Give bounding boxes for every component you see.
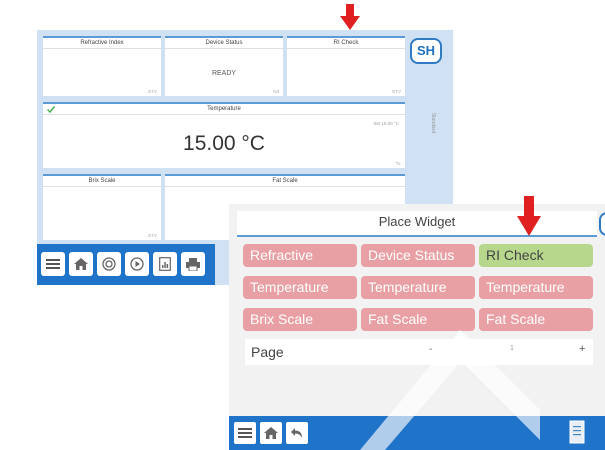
red-arrow-indicator: [340, 4, 360, 30]
home-icon: [74, 258, 88, 270]
print-icon: [186, 257, 200, 271]
widget-title: Fat Scale: [165, 178, 405, 187]
widget-title: Device Status: [165, 40, 283, 49]
start-button[interactable]: [125, 252, 149, 276]
tile-refractive[interactable]: Refractive: [243, 244, 357, 267]
red-arrow-indicator: [517, 196, 541, 236]
widget-footnote: ETV: [392, 89, 401, 94]
home-icon: [264, 427, 278, 439]
menu-button[interactable]: [234, 422, 256, 444]
play-icon: [130, 257, 144, 271]
widget-temperature[interactable]: Temperature Set 15.00 °C 15.00 °C TL: [43, 102, 405, 168]
report-icon: [159, 257, 171, 271]
menu-icon: [46, 259, 60, 269]
document-icon[interactable]: [569, 420, 585, 444]
widget-ri-check[interactable]: RI Check ETV: [287, 36, 405, 96]
widget-title: Refractive Index: [43, 40, 161, 49]
tile-device-status[interactable]: Device Status: [361, 244, 475, 267]
brand-logo-button-edge[interactable]: [599, 212, 605, 236]
target-icon: [102, 257, 116, 271]
temperature-setpoint: Set 15.00 °C: [373, 121, 399, 126]
widget-footnote: ETV: [148, 233, 157, 238]
widget-device-status[interactable]: Device Status READY Nd: [165, 36, 283, 96]
widget-title: Brix Scale: [43, 178, 161, 187]
widget-footnote: TL: [395, 161, 401, 166]
place-widget-title: Place Widget: [237, 211, 597, 237]
page-increment-button[interactable]: +: [579, 343, 585, 355]
widget-title: Temperature: [43, 106, 405, 115]
menu-icon: [238, 428, 252, 438]
home-button[interactable]: [69, 252, 93, 276]
temperature-value: 15.00 °C: [183, 132, 265, 155]
device-status-value: READY: [211, 70, 237, 77]
home-button[interactable]: [260, 422, 282, 444]
widget-brix-scale[interactable]: Brix Scale ETV: [43, 174, 161, 240]
brand-logo-button[interactable]: SH: [410, 38, 442, 64]
menu-button[interactable]: [41, 252, 65, 276]
print-button[interactable]: [181, 252, 205, 276]
tile-ri-check[interactable]: RI Check: [479, 244, 593, 267]
widget-footnote: Nd: [273, 89, 279, 94]
report-button[interactable]: [153, 252, 177, 276]
side-panel-label: Standard: [430, 112, 437, 134]
measure-button[interactable]: [97, 252, 121, 276]
widget-refractive-index[interactable]: Refractive Index ETV: [43, 36, 161, 96]
widget-footnote: ETV: [148, 89, 157, 94]
page-label: Page: [251, 344, 284, 360]
bottom-toolbar: [37, 244, 215, 285]
brand-label: SH: [416, 43, 436, 58]
widget-title: RI Check: [287, 40, 405, 49]
watermark-graphic: [360, 330, 540, 450]
